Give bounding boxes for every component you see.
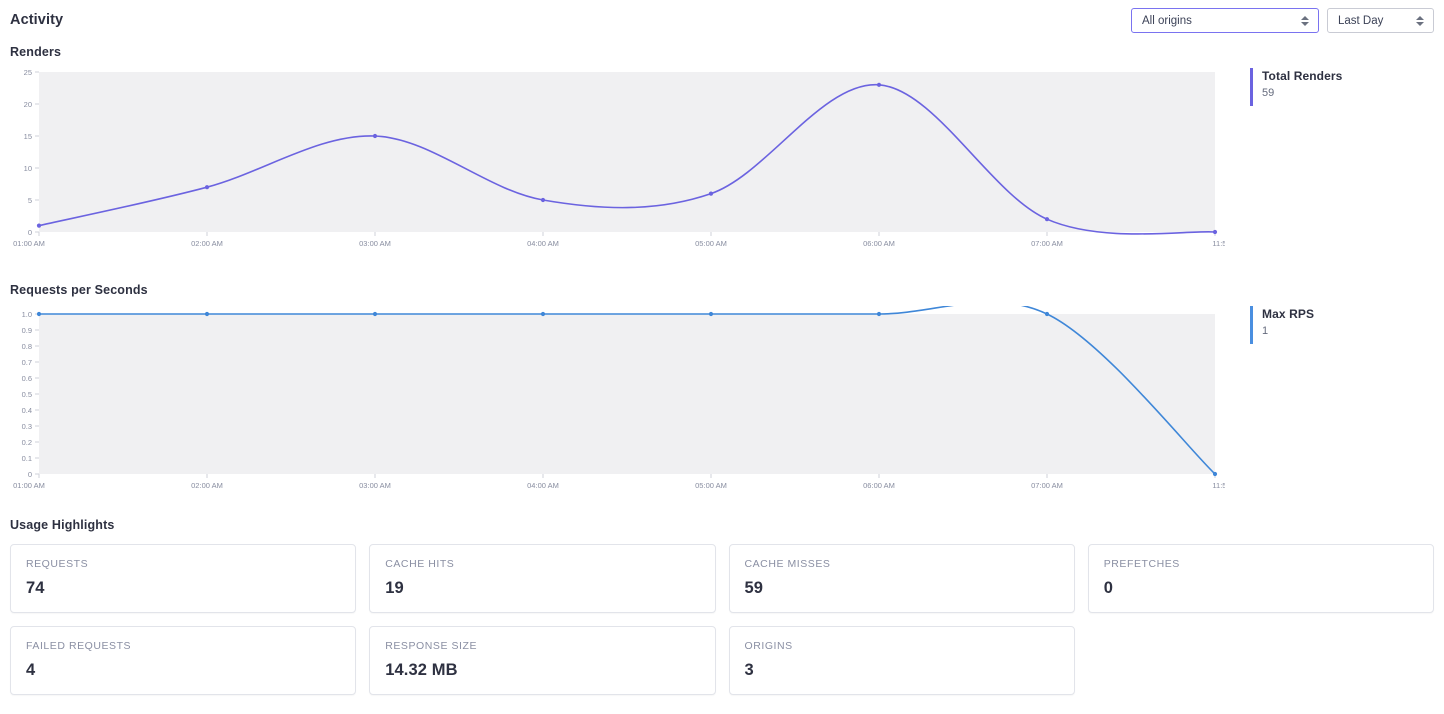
svg-text:0: 0 — [28, 470, 32, 479]
origins-select-value: All origins — [1142, 15, 1192, 27]
svg-text:02:00 AM: 02:00 AM — [191, 239, 223, 248]
rps-chart-svg: 0 0.1 0.2 0.3 0.4 0.5 0.6 0.7 0.8 0.9 1.0 01:00 AM 0… — [10, 306, 1225, 496]
svg-text:07:00 AM: 07:00 AM — [1031, 239, 1063, 248]
svg-text:11:50 AM: 11:50 AM — [1212, 481, 1225, 490]
usage-card-value: 4 — [26, 661, 340, 680]
usage-card-label: ORIGINS — [745, 640, 1059, 653]
svg-text:5: 5 — [28, 196, 32, 205]
usage-highlights-grid: REQUESTS 74 CACHE HITS 19 CACHE MISSES 59 PREF… — [10, 544, 1434, 695]
svg-text:01:00 AM: 01:00 AM — [13, 481, 45, 490]
svg-text:0.6: 0.6 — [22, 374, 32, 383]
usage-card: PREFETCHES 0 — [1088, 544, 1434, 613]
svg-text:05:00 AM: 05:00 AM — [695, 239, 727, 248]
svg-text:02:00 AM: 02:00 AM — [191, 481, 223, 490]
svg-text:04:00 AM: 04:00 AM — [527, 239, 559, 248]
svg-text:04:00 AM: 04:00 AM — [527, 481, 559, 490]
renders-chart-svg: 0 5 10 15 20 25 01:00 AM 02:00 AM 03:00 AM 04:00 … — [10, 68, 1225, 258]
usage-card: ORIGINS 3 — [729, 626, 1075, 695]
renders-chart-block: Renders 0 5 10 15 20 25 01:00 AM 02:00 AM 03:00 … — [10, 45, 1434, 258]
svg-text:0.3: 0.3 — [22, 422, 32, 431]
svg-text:0: 0 — [28, 228, 32, 237]
header-controls: All origins Last Day — [1131, 8, 1434, 33]
usage-card-label: CACHE MISSES — [745, 558, 1059, 571]
svg-text:0.9: 0.9 — [22, 326, 32, 335]
svg-text:0.1: 0.1 — [22, 454, 32, 463]
rps-legend: Max RPS 1 — [1250, 306, 1314, 344]
renders-section-label: Renders — [10, 45, 1434, 59]
origins-select[interactable]: All origins — [1131, 8, 1319, 33]
svg-text:05:00 AM: 05:00 AM — [695, 481, 727, 490]
page-title: Activity — [10, 12, 63, 28]
svg-text:0.4: 0.4 — [22, 406, 32, 415]
usage-card: CACHE MISSES 59 — [729, 544, 1075, 613]
period-select-value: Last Day — [1338, 15, 1383, 27]
usage-card-value: 0 — [1104, 579, 1418, 598]
updown-arrows-icon — [1416, 14, 1425, 28]
usage-card-value: 19 — [385, 579, 699, 598]
activity-dashboard: Activity All origins Last Day Renders 05… — [0, 0, 1444, 714]
svg-text:1.0: 1.0 — [22, 310, 32, 319]
svg-text:06:00 AM: 06:00 AM — [863, 239, 895, 248]
usage-card-value: 74 — [26, 579, 340, 598]
usage-card-value: 59 — [745, 579, 1059, 598]
svg-text:06:00 AM: 06:00 AM — [863, 481, 895, 490]
svg-text:10: 10 — [24, 164, 32, 173]
period-select[interactable]: Last Day — [1327, 8, 1434, 33]
usage-highlights-block: Usage Highlights REQUESTS74CACHE HITS19C… — [10, 518, 1434, 695]
usage-card-value: 14.32 MB — [385, 661, 699, 680]
usage-card: FAILED REQUESTS 4 — [10, 626, 356, 695]
svg-text:03:00 AM: 03:00 AM — [359, 481, 391, 490]
svg-text:0.2: 0.2 — [22, 438, 32, 447]
usage-card-value: 3 — [745, 661, 1059, 680]
rps-legend-title: Max RPS — [1262, 306, 1314, 323]
usage-card: RESPONSE SIZE 14.32 MB — [369, 626, 715, 695]
updown-arrows-icon — [1301, 14, 1310, 28]
usage-card: REQUESTS 74 — [10, 544, 356, 613]
svg-text:01:00 AM: 01:00 AM — [13, 239, 45, 248]
usage-card: CACHE HITS 19 — [369, 544, 715, 613]
usage-highlights-label: Usage Highlights — [10, 518, 1434, 532]
svg-text:0.5: 0.5 — [22, 390, 32, 399]
svg-text:0.8: 0.8 — [22, 342, 32, 351]
usage-card-label: FAILED REQUESTS — [26, 640, 340, 653]
svg-text:03:00 AM: 03:00 AM — [359, 239, 391, 248]
usage-card-label: CACHE HITS — [385, 558, 699, 571]
rps-legend-value: 1 — [1262, 323, 1314, 339]
svg-text:11:50 AM: 11:50 AM — [1212, 239, 1225, 248]
usage-card-label: RESPONSE SIZE — [385, 640, 699, 653]
svg-text:25: 25 — [24, 68, 32, 77]
renders-legend: Total Renders 59 — [1250, 68, 1342, 106]
page-header: Activity All origins Last Day — [10, 0, 1434, 40]
renders-chart[interactable]: 0 5 10 15 20 25 01:00 AM 02:00 AM 03:00 AM 04:00 … — [10, 68, 1225, 258]
svg-text:20: 20 — [24, 100, 32, 109]
renders-legend-title: Total Renders — [1262, 68, 1342, 85]
svg-text:0.7: 0.7 — [22, 358, 32, 367]
rps-chart-block: Requests per Seconds 0 0.1 0.2 0.3 0.4 0.5 0.6… — [10, 283, 1434, 496]
rps-chart[interactable]: 0 0.1 0.2 0.3 0.4 0.5 0.6 0.7 0.8 0.9 1.0 01:00 AM 0… — [10, 306, 1225, 496]
svg-text:15: 15 — [24, 132, 32, 141]
svg-text:07:00 AM: 07:00 AM — [1031, 481, 1063, 490]
usage-card-label: PREFETCHES — [1104, 558, 1418, 571]
usage-card-label: REQUESTS — [26, 558, 340, 571]
rps-section-label: Requests per Seconds — [10, 283, 1434, 297]
renders-legend-value: 59 — [1262, 85, 1342, 101]
